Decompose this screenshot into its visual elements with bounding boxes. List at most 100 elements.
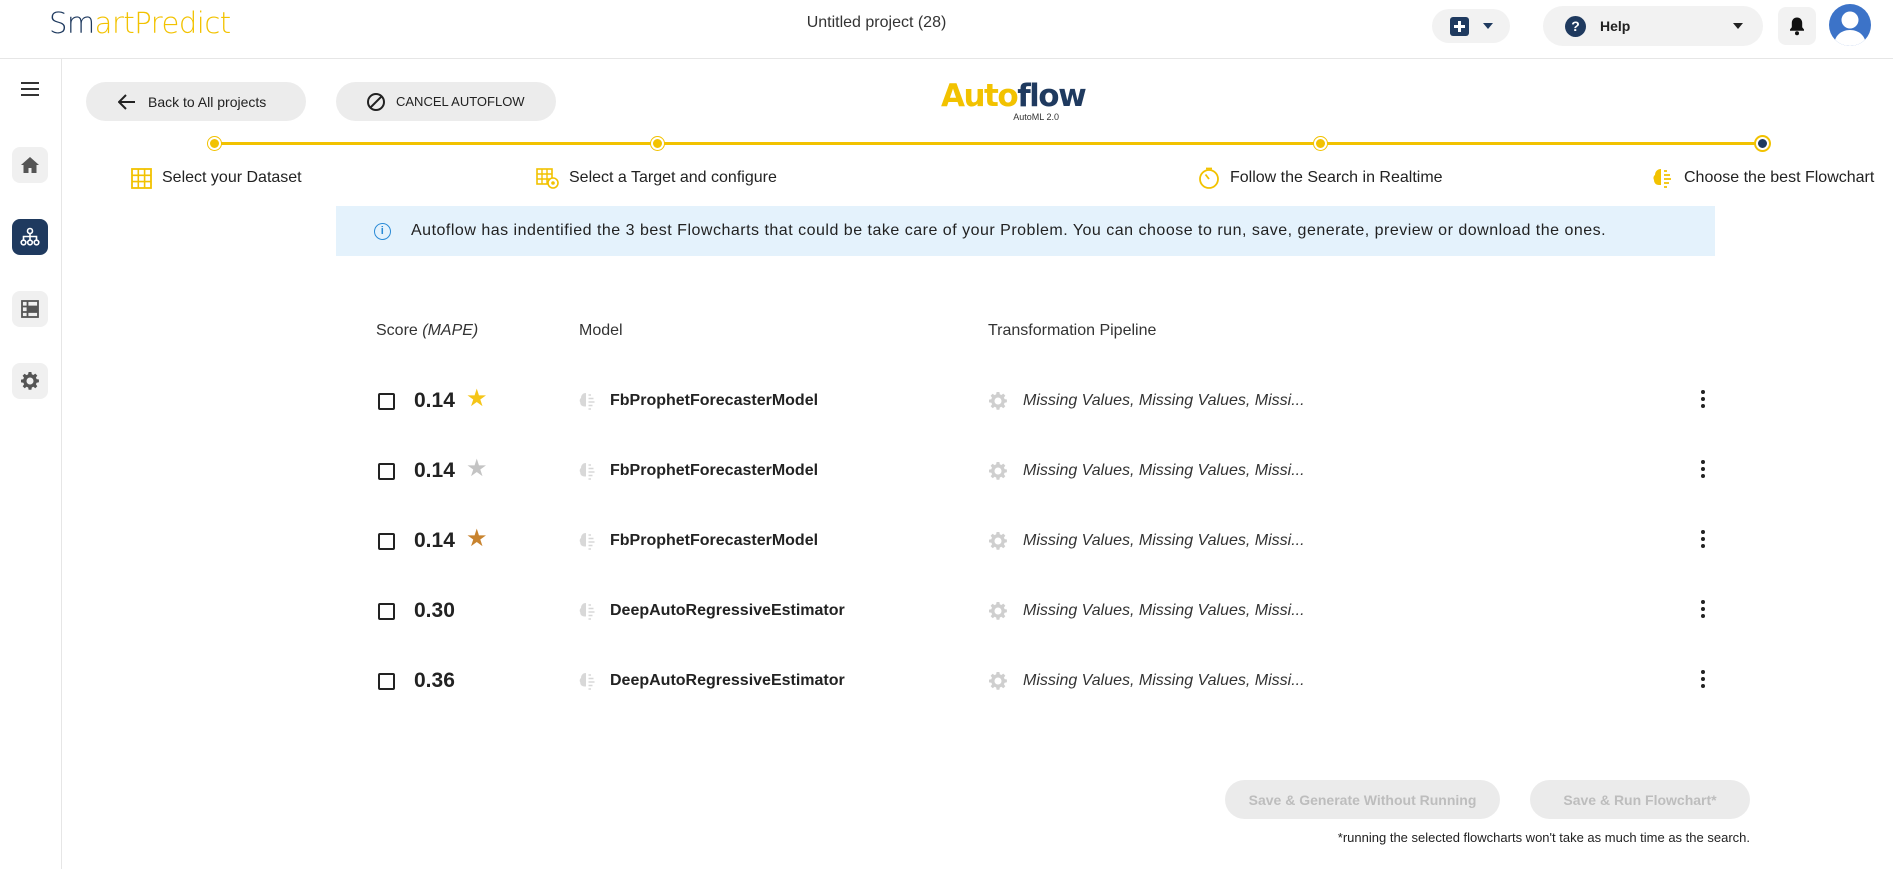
help-dropdown[interactable]: ? Help <box>1543 6 1763 46</box>
step-choose-flowchart[interactable]: Choose the best Flowchart <box>1652 167 1874 189</box>
score-value: 0.14 <box>414 459 455 482</box>
row-select-checkbox[interactable] <box>378 393 395 410</box>
home-icon <box>21 157 39 173</box>
flowchart-icon <box>20 227 40 246</box>
score-header-label: Score <box>376 322 418 339</box>
cancel-button-label: CANCEL AUTOFLOW <box>396 94 525 109</box>
model-icon <box>579 533 595 550</box>
column-header-model: Model <box>579 322 623 339</box>
step-label-text: Choose the best Flowchart <box>1684 169 1875 186</box>
step-dot-4 <box>1756 137 1769 150</box>
sidebar-datasets-button[interactable] <box>12 291 48 327</box>
stepper-progress-line <box>215 142 1762 145</box>
plus-icon <box>1449 16 1469 36</box>
left-sidebar <box>0 59 62 869</box>
sidebar-settings-button[interactable] <box>12 363 48 399</box>
autoflow-title-flow: flow <box>1017 78 1087 114</box>
score-value: 0.30 <box>414 599 455 622</box>
step-dot-1 <box>208 137 221 150</box>
notifications-button[interactable] <box>1778 7 1816 45</box>
back-to-projects-button[interactable]: Back to All projects <box>86 82 306 121</box>
model-name: FbProphetForecasterModel <box>610 392 819 409</box>
column-header-score: Score (MAPE) <box>376 322 478 340</box>
autoflow-subtitle: AutoML 2.0 <box>1013 112 1059 122</box>
gold-star-icon: ★ <box>466 385 488 412</box>
pipeline-summary[interactable]: Missing Values, Missing Values, Missi... <box>1023 672 1305 690</box>
table-row: 0.30 DeepAutoRegressiveEstimator Missing… <box>376 591 1716 631</box>
sidebar-home-button[interactable] <box>12 147 48 183</box>
row-more-options-icon[interactable] <box>1693 667 1713 695</box>
row-select-checkbox[interactable] <box>378 533 395 550</box>
table-icon <box>21 300 39 318</box>
bronze-star-icon: ★ <box>466 525 488 552</box>
footer-note: *running the selected flowcharts won't t… <box>1337 830 1750 845</box>
cancel-icon <box>367 92 385 111</box>
chevron-down-icon <box>1482 23 1493 29</box>
model-name: FbProphetForecasterModel <box>610 462 819 479</box>
row-more-options-icon[interactable] <box>1693 387 1713 415</box>
question-icon: ? <box>1565 15 1586 37</box>
gear-icon <box>989 532 1007 550</box>
user-icon <box>1834 11 1866 46</box>
info-icon: i <box>374 222 391 240</box>
top-bar: SmartPredict Untitled project (28) ? Hel… <box>0 0 1893 59</box>
brain-icon <box>1653 169 1671 188</box>
model-name: FbProphetForecasterModel <box>610 532 819 549</box>
step-label-text: Select a Target and configure <box>569 169 777 186</box>
row-select-checkbox[interactable] <box>378 603 395 620</box>
arrow-left-icon <box>118 93 135 110</box>
table-row: 0.36 DeepAutoRegressiveEstimator Missing… <box>376 661 1716 701</box>
bell-icon <box>1790 17 1804 36</box>
column-header-pipeline: Transformation Pipeline <box>988 322 1157 339</box>
gear-icon <box>989 392 1007 410</box>
model-name: DeepAutoRegressiveEstimator <box>610 602 845 619</box>
table-row: 0.14 ★ FbProphetForecasterModel Missing … <box>376 451 1716 491</box>
row-select-checkbox[interactable] <box>378 463 395 480</box>
back-button-label: Back to All projects <box>148 93 267 110</box>
silver-star-icon: ★ <box>466 455 488 482</box>
model-icon <box>579 463 595 480</box>
step-select-target[interactable]: Select a Target and configure <box>536 167 777 189</box>
save-generate-button[interactable]: Save & Generate Without Running <box>1225 780 1500 819</box>
row-more-options-icon[interactable] <box>1693 527 1713 555</box>
table-row: 0.14 ★ FbProphetForecasterModel Missing … <box>376 521 1716 561</box>
score-metric-label: (MAPE) <box>422 322 479 339</box>
row-more-options-icon[interactable] <box>1693 457 1713 485</box>
pipeline-summary[interactable]: Missing Values, Missing Values, Missi... <box>1023 462 1305 480</box>
step-select-dataset[interactable]: Select your Dataset <box>131 167 302 189</box>
pipeline-summary[interactable]: Missing Values, Missing Values, Missi... <box>1023 392 1305 410</box>
model-icon <box>579 393 595 410</box>
target-table-icon <box>536 167 559 189</box>
autoflow-logo: Autoflow AutoML 2.0 <box>941 78 1087 122</box>
model-icon <box>579 603 595 620</box>
score-value: 0.14 <box>414 389 455 412</box>
score-value: 0.14 <box>414 529 455 552</box>
gear-icon <box>989 602 1007 620</box>
add-new-button[interactable] <box>1432 9 1510 43</box>
model-icon <box>579 673 595 690</box>
pipeline-summary[interactable]: Missing Values, Missing Values, Missi... <box>1023 532 1305 550</box>
help-label: Help <box>1600 18 1631 34</box>
step-dot-2 <box>651 137 664 150</box>
info-banner-text: Autoflow has indentified the 3 best Flow… <box>411 222 1607 239</box>
info-banner: i Autoflow has indentified the 3 best Fl… <box>336 206 1715 256</box>
step-label-text: Select your Dataset <box>162 169 302 186</box>
step-follow-search[interactable]: Follow the Search in Realtime <box>1198 167 1443 189</box>
timer-icon <box>1199 167 1219 189</box>
grid-icon <box>131 167 152 189</box>
step-label-text: Follow the Search in Realtime <box>1230 169 1443 186</box>
gear-icon <box>989 672 1007 690</box>
save-run-button[interactable]: Save & Run Flowchart* <box>1530 780 1750 819</box>
gear-icon <box>989 462 1007 480</box>
user-avatar[interactable] <box>1829 4 1871 46</box>
row-select-checkbox[interactable] <box>378 673 395 690</box>
chevron-down-icon <box>1733 23 1743 29</box>
hamburger-menu-icon[interactable] <box>21 82 39 96</box>
gear-icon <box>21 372 39 390</box>
sidebar-flowchart-button[interactable] <box>12 219 48 255</box>
row-more-options-icon[interactable] <box>1693 597 1713 625</box>
model-name: DeepAutoRegressiveEstimator <box>610 672 845 689</box>
pipeline-summary[interactable]: Missing Values, Missing Values, Missi... <box>1023 602 1305 620</box>
cancel-autoflow-button[interactable]: CANCEL AUTOFLOW <box>336 82 556 121</box>
score-value: 0.36 <box>414 669 455 692</box>
